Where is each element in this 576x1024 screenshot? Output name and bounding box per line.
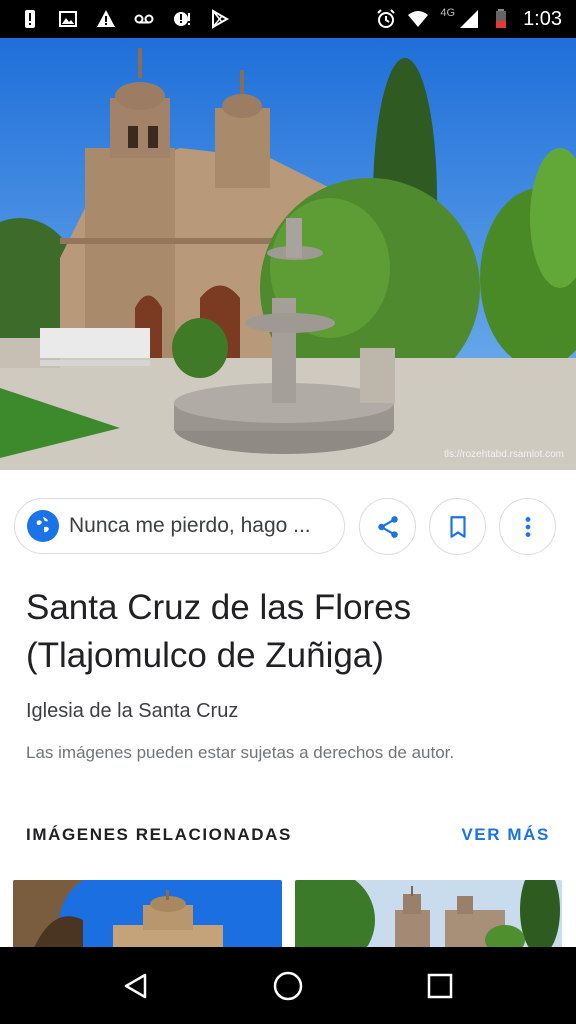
result-title[interactable]: Santa Cruz de las Flores (Tlajomulco de … (26, 584, 556, 680)
home-icon (273, 971, 303, 1000)
church-photo (0, 38, 576, 470)
save-button[interactable] (429, 498, 486, 555)
related-images-header: IMÁGENES RELACIONADAS (26, 825, 292, 844)
source-chip[interactable]: Nunca me pierdo, hago ... (14, 498, 345, 554)
voicemail-icon (134, 9, 154, 29)
bookmark-icon (449, 515, 466, 538)
warning-icon (96, 9, 116, 29)
share-button[interactable] (359, 498, 416, 555)
copyright-notice: Las imágenes pueden estar sujetas a dere… (26, 743, 455, 762)
back-button[interactable] (106, 956, 166, 1016)
back-icon (124, 973, 147, 998)
image-credit: tls://rozehtabd.rsamlot.com (443, 449, 564, 460)
sync-alert-icon (172, 9, 192, 29)
hero-image[interactable]: tls://rozehtabd.rsamlot.com (0, 38, 576, 470)
wifi-icon (408, 9, 429, 29)
battery-icon (491, 9, 511, 29)
related-image-2 (295, 880, 562, 950)
image-icon (58, 9, 78, 29)
share-icon (377, 515, 398, 538)
related-thumbnail[interactable] (13, 880, 282, 950)
alarm-icon (376, 9, 396, 29)
recents-icon (427, 973, 453, 998)
recents-button[interactable] (410, 956, 470, 1016)
status-bar: 4G 1:03 (0, 0, 576, 38)
play-store-icon (210, 9, 230, 29)
source-label: Nunca me pierdo, hago ... (69, 514, 311, 537)
navigation-bar (0, 947, 576, 1024)
related-thumbnail[interactable] (295, 880, 562, 950)
status-time: 1:03 (523, 7, 562, 30)
home-button[interactable] (258, 956, 318, 1016)
more-vert-icon (525, 516, 530, 537)
alert-icon (20, 9, 40, 29)
result-subtitle: Iglesia de la Santa Cruz (26, 700, 239, 722)
globe-icon (27, 510, 59, 542)
signal-icon (459, 9, 479, 29)
related-image-1 (13, 880, 282, 950)
more-options-button[interactable] (499, 498, 556, 555)
see-more-link[interactable]: VER MÁS (461, 825, 550, 845)
network-type: 4G (440, 7, 456, 19)
